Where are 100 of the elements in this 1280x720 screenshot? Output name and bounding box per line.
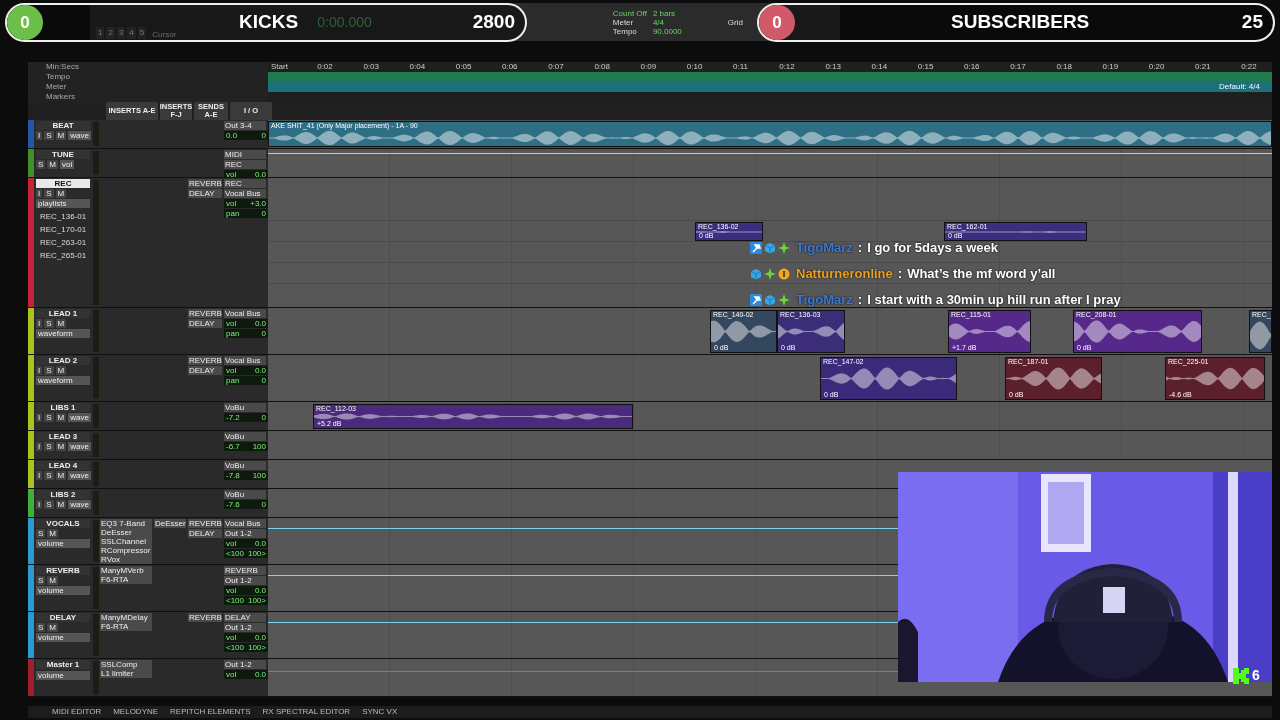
view-dropdown[interactable]: wave: [68, 413, 91, 422]
track-button[interactable]: M: [55, 189, 67, 198]
track-name[interactable]: VOCALS: [36, 519, 90, 528]
track-button[interactable]: S: [44, 366, 54, 375]
io-selector[interactable]: VoBu: [224, 432, 266, 441]
track-button[interactable]: I: [36, 189, 43, 198]
track-button[interactable]: S: [44, 442, 54, 451]
io-selector[interactable]: Out 1-2: [224, 623, 266, 632]
track-button[interactable]: M: [55, 366, 67, 375]
track-name[interactable]: REC: [36, 179, 90, 188]
io-selector[interactable]: MIDI: [224, 150, 266, 159]
track-name[interactable]: LIBS 1: [36, 403, 90, 412]
insert-slot[interactable]: F6-RTA: [100, 575, 152, 584]
insert-slot[interactable]: EQ3 7-Band: [100, 519, 152, 528]
io-selector[interactable]: REC: [224, 179, 266, 188]
track-button[interactable]: M: [55, 500, 67, 509]
track-name[interactable]: LEAD 4: [36, 461, 90, 470]
track-name[interactable]: LEAD 2: [36, 356, 90, 365]
io-selector[interactable]: REC: [224, 160, 266, 169]
view-dropdown[interactable]: volume: [36, 633, 90, 642]
send-slot[interactable]: DELAY: [188, 529, 222, 538]
io-selector[interactable]: Vocal Bus: [224, 189, 266, 198]
track-button[interactable]: S: [44, 131, 54, 140]
view-dropdown[interactable]: waveform: [36, 376, 90, 385]
view-dropdown[interactable]: playlists: [36, 199, 90, 208]
track-button[interactable]: S: [36, 529, 46, 538]
track-button[interactable]: S: [36, 576, 46, 585]
track-button[interactable]: I: [36, 319, 43, 328]
send-slot[interactable]: REVERB: [188, 613, 222, 622]
track-button[interactable]: M: [47, 160, 58, 169]
insert-slot[interactable]: DeEsser: [100, 528, 152, 537]
insert-slot[interactable]: DeEsser: [154, 519, 186, 528]
track-name[interactable]: LIBS 2: [36, 490, 90, 499]
track-button[interactable]: S: [44, 413, 54, 422]
track-button[interactable]: I: [36, 366, 43, 375]
track-name[interactable]: LEAD 3: [36, 432, 90, 441]
io-selector[interactable]: Out 1-2: [224, 576, 266, 585]
view-dropdown[interactable]: wave: [68, 471, 91, 480]
io-selector[interactable]: REVERB: [224, 566, 266, 575]
track-name[interactable]: TUNE: [36, 150, 90, 159]
send-slot[interactable]: REVERB: [188, 519, 222, 528]
io-selector[interactable]: Out 1-2: [224, 660, 266, 669]
io-selector[interactable]: Out 3-4: [224, 121, 266, 130]
send-slot[interactable]: REVERB: [188, 179, 222, 188]
track-button[interactable]: I: [36, 500, 43, 509]
view-dropdown[interactable]: volume: [36, 586, 90, 595]
track-name[interactable]: DELAY: [36, 613, 90, 622]
track-button[interactable]: M: [55, 471, 67, 480]
track-button[interactable]: S: [36, 160, 46, 169]
track-name[interactable]: BEAT: [36, 121, 90, 130]
track-button[interactable]: M: [55, 442, 67, 451]
track-button[interactable]: M: [47, 576, 58, 585]
track-button[interactable]: S: [44, 189, 54, 198]
insert-slot[interactable]: RCompressor: [100, 546, 152, 555]
track-button[interactable]: M: [55, 413, 67, 422]
view-dropdown[interactable]: wave: [68, 442, 91, 451]
insert-slot[interactable]: ManyMVerb: [100, 566, 152, 575]
editor-tab[interactable]: RX SPECTRAL EDITOR: [262, 707, 351, 717]
view-dropdown[interactable]: volume: [36, 671, 90, 680]
io-selector[interactable]: Vocal Bus: [224, 309, 266, 318]
track-button[interactable]: I: [36, 471, 43, 480]
track-button[interactable]: S: [44, 500, 54, 509]
view-dropdown[interactable]: wave: [68, 131, 91, 140]
track-button[interactable]: M: [47, 529, 58, 538]
io-selector[interactable]: Vocal Bus: [224, 356, 266, 365]
insert-slot[interactable]: ManyMDelay: [100, 613, 152, 622]
send-slot[interactable]: REVERB: [188, 309, 222, 318]
insert-slot[interactable]: L1 limiter: [100, 669, 152, 678]
track-button[interactable]: I: [36, 442, 43, 451]
editor-tab[interactable]: MIDI EDITOR: [52, 707, 102, 717]
track-button[interactable]: M: [55, 131, 67, 140]
insert-slot[interactable]: SSLComp: [100, 660, 152, 669]
view-dropdown[interactable]: waveform: [36, 329, 90, 338]
track-button[interactable]: S: [44, 319, 54, 328]
view-dropdown[interactable]: vol: [60, 160, 75, 169]
send-slot[interactable]: DELAY: [188, 319, 222, 328]
track-button[interactable]: M: [55, 319, 67, 328]
track-name[interactable]: Master 1: [36, 660, 90, 669]
track-button[interactable]: M: [47, 623, 58, 632]
track-button[interactable]: I: [36, 131, 43, 140]
io-selector[interactable]: Vocal Bus: [224, 519, 266, 528]
track-button[interactable]: S: [44, 471, 54, 480]
editor-tab[interactable]: REPITCH ELEMENTS: [170, 707, 251, 717]
track-button[interactable]: I: [36, 413, 43, 422]
io-selector[interactable]: VoBu: [224, 490, 266, 499]
track-name[interactable]: REVERB: [36, 566, 90, 575]
insert-slot[interactable]: RVox: [100, 555, 152, 564]
send-slot[interactable]: REVERB: [188, 356, 222, 365]
send-slot[interactable]: DELAY: [188, 189, 222, 198]
track-button[interactable]: S: [36, 623, 46, 632]
editor-tab[interactable]: MELODYNE: [113, 707, 159, 717]
io-selector[interactable]: VoBu: [224, 461, 266, 470]
view-dropdown[interactable]: volume: [36, 539, 90, 548]
io-selector[interactable]: DELAY: [224, 613, 266, 622]
insert-slot[interactable]: SSLChannel: [100, 537, 152, 546]
editor-tab[interactable]: SYNC VX: [362, 707, 398, 717]
count-off-button[interactable]: Count Off: [612, 8, 647, 18]
insert-slot[interactable]: F6-RTA: [100, 622, 152, 631]
send-slot[interactable]: DELAY: [188, 366, 222, 375]
track-name[interactable]: LEAD 1: [36, 309, 90, 318]
